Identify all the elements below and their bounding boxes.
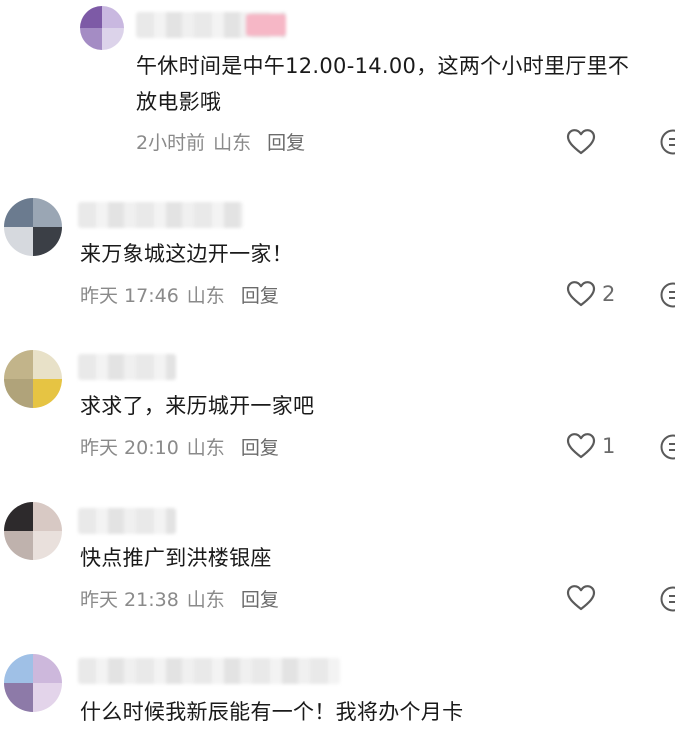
comment-meta: 2小时前 山东 回复 [136, 128, 305, 155]
reply-button[interactable]: 回复 [267, 128, 305, 155]
heart-outline-icon [566, 129, 596, 155]
comment-text: 午休时间是中午12.00-14.00，这两个小时里厅里不 [136, 54, 630, 78]
reply-button[interactable]: 回复 [241, 281, 279, 308]
more-icon[interactable] [660, 434, 675, 460]
username-blurred[interactable] [78, 658, 340, 684]
comment-item: 什么时候我新辰能有一个！我将办个月卡 [0, 646, 675, 740]
username-blurred[interactable] [78, 354, 176, 380]
comment-time: 昨天 17:46 [80, 285, 179, 307]
comment-text: 求求了，来历城开一家吧 [80, 394, 315, 418]
comment-text-continued: 放电影哦 [136, 90, 222, 114]
avatar[interactable] [4, 654, 62, 712]
comment-time: 昨天 21:38 [80, 589, 179, 611]
more-icon[interactable] [660, 586, 675, 612]
comment-item: 快点推广到洪楼银座 昨天 21:38 山东 回复 [0, 494, 675, 634]
more-icon[interactable] [660, 129, 675, 155]
heart-outline-icon [566, 585, 596, 611]
comment-text: 快点推广到洪楼银座 [80, 546, 272, 570]
username-blurred[interactable] [78, 202, 243, 228]
comment-item: 午休时间是中午12.00-14.00，这两个小时里厅里不 放电影哦 2小时前 山… [0, 0, 675, 170]
comment-text: 来万象城这边开一家！ [80, 242, 293, 266]
avatar[interactable] [4, 502, 62, 560]
avatar[interactable] [4, 198, 62, 256]
comment-meta: 昨天 21:38 山东 回复 [80, 585, 279, 612]
comment-time: 2小时前 [136, 132, 206, 154]
avatar[interactable] [80, 6, 124, 50]
like-count: 1 [602, 434, 616, 458]
like-button[interactable] [566, 584, 596, 612]
heart-outline-icon [566, 281, 596, 307]
like-button[interactable]: 1 [566, 432, 615, 460]
comment-time: 昨天 20:10 [80, 437, 179, 459]
reply-button[interactable]: 回复 [241, 585, 279, 612]
like-count: 2 [602, 282, 616, 306]
like-button[interactable]: 2 [566, 280, 615, 308]
heart-outline-icon [566, 433, 596, 459]
comment-item: 求求了，来历城开一家吧 昨天 20:10 山东 回复 1 [0, 342, 675, 482]
like-button[interactable] [566, 128, 596, 156]
reply-button[interactable]: 回复 [241, 433, 279, 460]
comment-location: 山东 [213, 132, 252, 154]
comment-location: 山东 [186, 437, 225, 459]
comment-location: 山东 [186, 285, 225, 307]
username-blurred[interactable] [136, 12, 286, 38]
comment-meta: 昨天 20:10 山东 回复 [80, 433, 279, 460]
avatar[interactable] [4, 350, 62, 408]
more-icon[interactable] [660, 282, 675, 308]
username-blurred[interactable] [78, 508, 176, 534]
comment-location: 山东 [186, 589, 225, 611]
comment-text: 什么时候我新辰能有一个！我将办个月卡 [80, 700, 464, 724]
comment-item: 来万象城这边开一家！ 昨天 17:46 山东 回复 2 [0, 190, 675, 330]
comment-meta: 昨天 17:46 山东 回复 [80, 281, 279, 308]
